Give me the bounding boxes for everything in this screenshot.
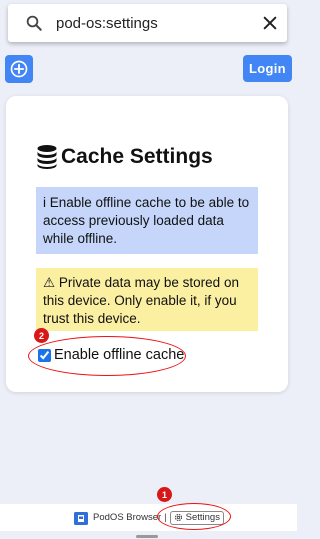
search-icon[interactable] (25, 14, 43, 32)
warning-message: ⚠ Private data may be stored on this dev… (36, 268, 258, 331)
database-icon (37, 145, 57, 169)
login-button[interactable]: Login (243, 55, 292, 82)
annotation-ellipse-2 (28, 336, 186, 376)
annotation-badge-2: 2 (34, 328, 49, 343)
home-indicator (136, 535, 158, 538)
plus-circle-icon (10, 60, 28, 78)
search-input[interactable] (56, 12, 236, 34)
podos-logo-icon (74, 511, 89, 525)
page-title-text: Cache Settings (61, 145, 213, 168)
info-message: i Enable offline cache to be able to acc… (36, 187, 258, 254)
address-bar (8, 4, 287, 42)
close-icon[interactable] (262, 15, 278, 31)
annotation-badge-1: 1 (157, 487, 172, 502)
footer: PodOS Browser | Settings (0, 504, 297, 531)
annotation-ellipse-1 (157, 503, 231, 530)
page-title: Cache Settings (36, 143, 213, 171)
add-button[interactable] (5, 55, 33, 83)
brand-label[interactable]: PodOS Browser (93, 512, 161, 523)
